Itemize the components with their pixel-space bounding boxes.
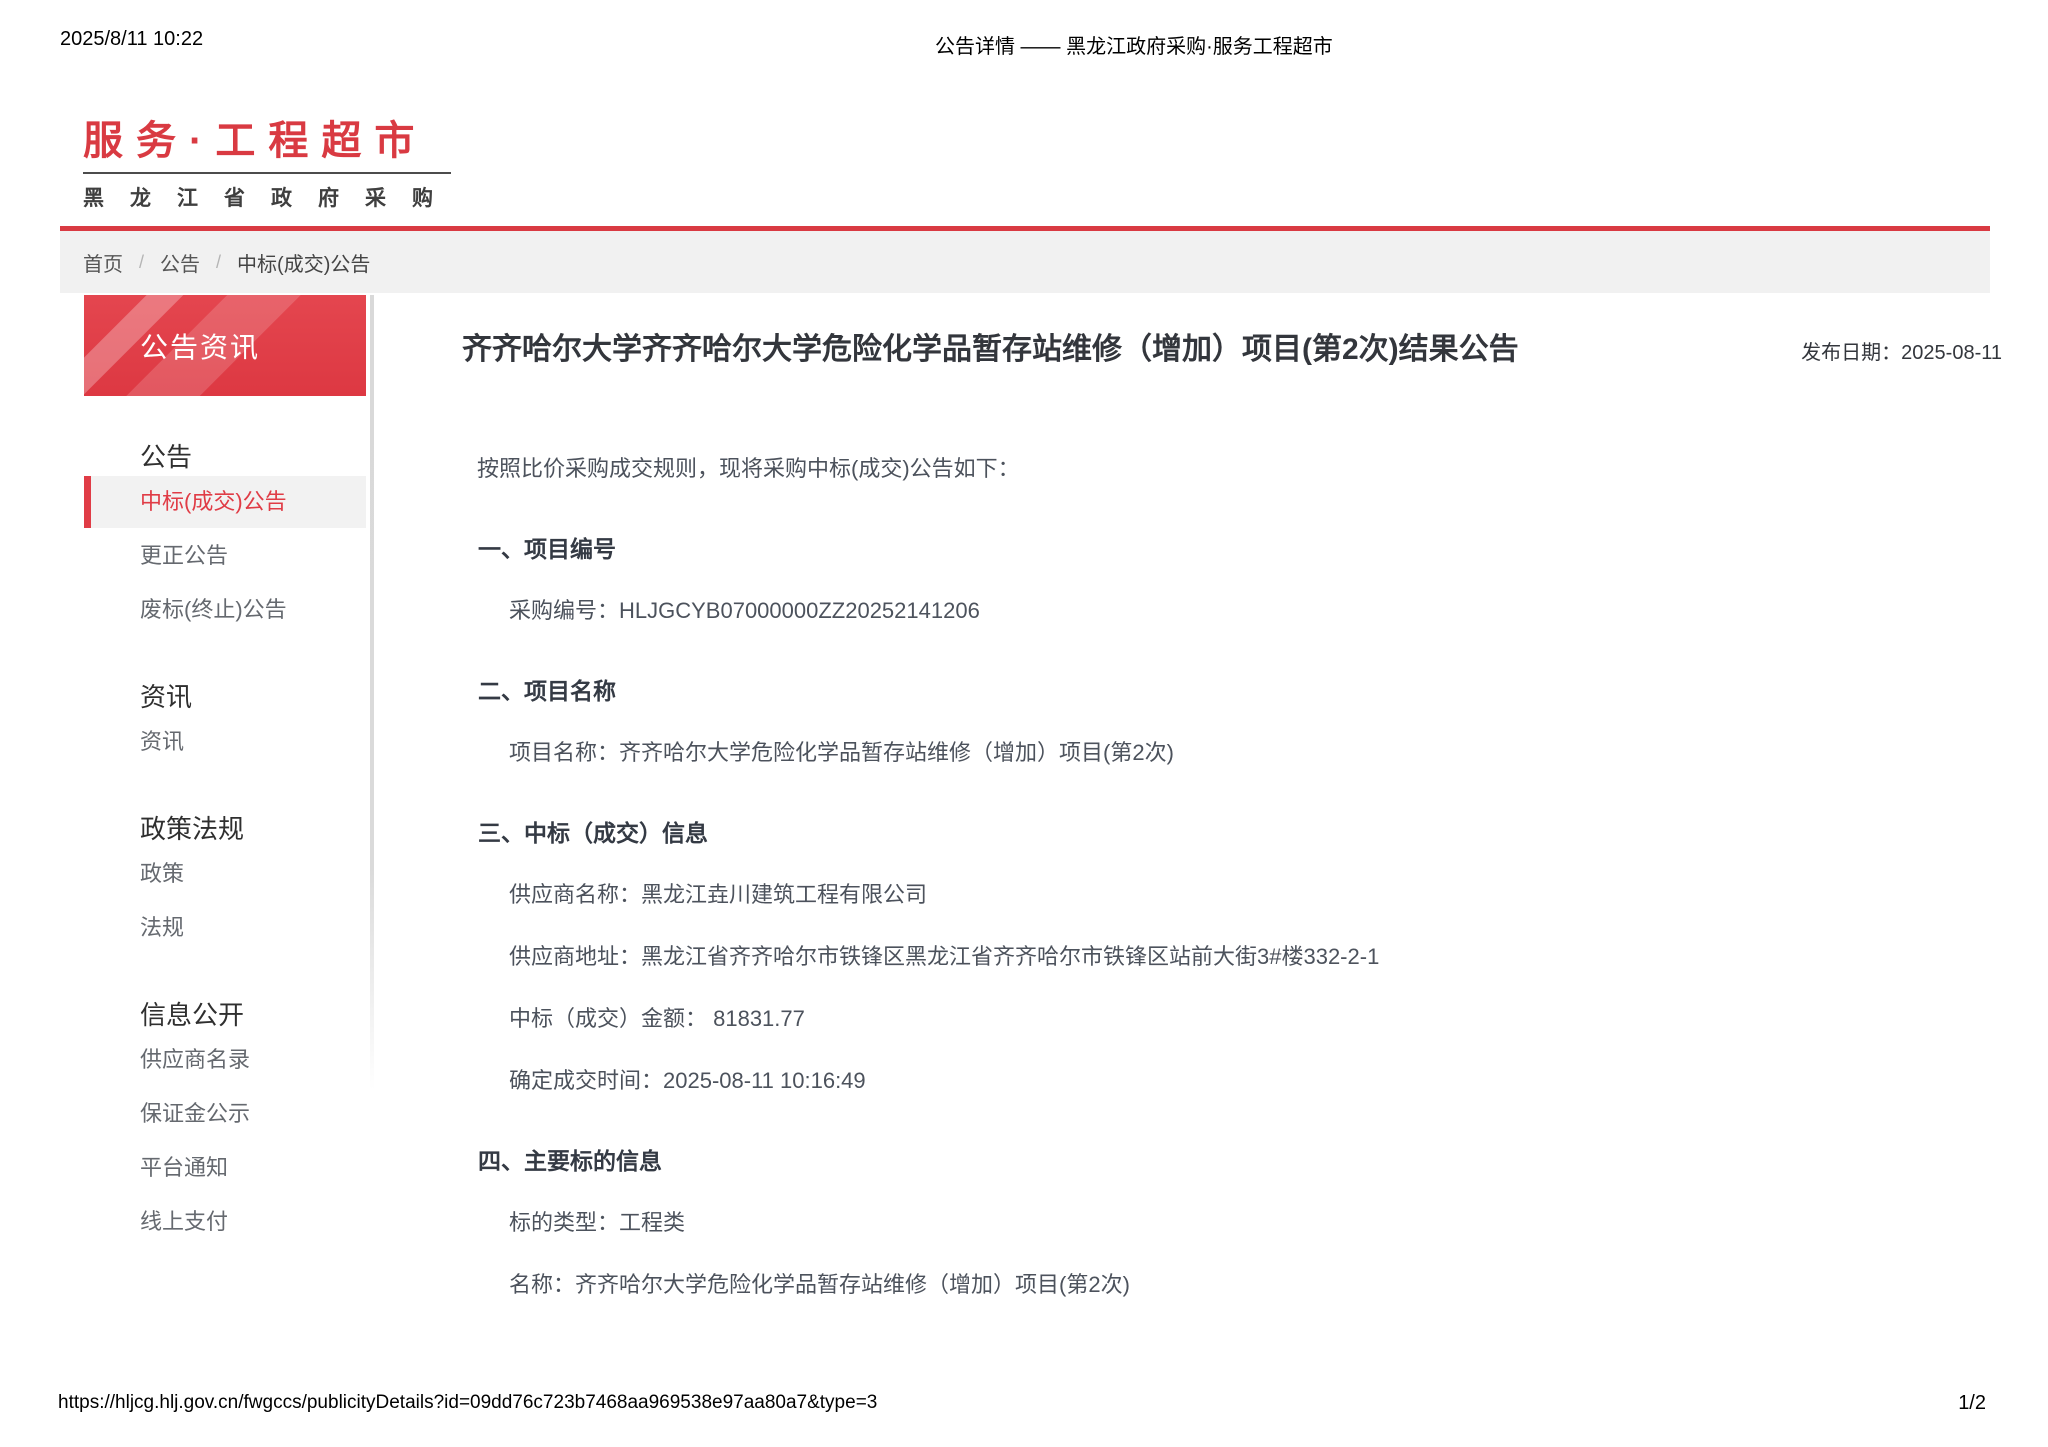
sidebar-item-online-payment[interactable]: 线上支付 [84, 1196, 366, 1248]
sidebar-group-news: 资讯 资讯 [84, 680, 366, 768]
sidebar-heading-announcements: 公告 [140, 442, 193, 472]
sidebar-heading-disclosure: 信息公开 [140, 1000, 245, 1030]
detail-supplier-name: 供应商名称：黑龙江垚川建筑工程有限公司 [509, 882, 928, 907]
sidebar-item-correction-announcements[interactable]: 更正公告 [84, 530, 366, 582]
section-heading-project-number: 一、项目编号 [478, 536, 616, 562]
breadcrumb-announcements-link[interactable]: 公告 [160, 248, 200, 277]
print-page-number: 1/2 [1958, 1392, 1986, 1414]
sidebar-banner: 公告资讯 [84, 295, 366, 396]
article-title-row: 齐齐哈尔大学齐齐哈尔大学危险化学品暂存站维修（增加）项目(第2次)结果公告 发布… [462, 330, 2002, 370]
detail-award-amount: 中标（成交）金额： 81831.77 [509, 1006, 805, 1031]
breadcrumb-home-link[interactable]: 首页 [83, 248, 123, 277]
site-logo[interactable]: 服务·工程超市 黑龙江省政府采购 [83, 108, 451, 212]
detail-procurement-number: 采购编号：HLJGCYB07000000ZZ20252141206 [509, 598, 980, 623]
section-heading-subject-info: 四、主要标的信息 [478, 1148, 662, 1174]
site-logo-sub: 黑龙江省政府采购 [83, 187, 459, 210]
sidebar-heading-policies: 政策法规 [140, 814, 245, 844]
article-title: 齐齐哈尔大学齐齐哈尔大学危险化学品暂存站维修（增加）项目(第2次)结果公告 [462, 333, 1519, 366]
section-heading-project-name: 二、项目名称 [478, 678, 616, 704]
sidebar-heading-news: 资讯 [140, 682, 193, 712]
sidebar-item-regulations[interactable]: 法规 [84, 902, 366, 954]
detail-project-name: 项目名称：齐齐哈尔大学危险化学品暂存站维修（增加）项目(第2次) [509, 740, 1174, 765]
sidebar: 公告资讯 公告 中标(成交)公告 更正公告 废标(终止)公告 资讯 资讯 政策法… [84, 295, 366, 1248]
breadcrumb-current: 中标(成交)公告 [237, 253, 371, 276]
sidebar-item-cancellation-announcements[interactable]: 废标(终止)公告 [84, 584, 366, 636]
print-url: https://hljcg.hlj.gov.cn/fwgccs/publicit… [58, 1392, 878, 1413]
logo-divider [83, 172, 451, 174]
breadcrumb-separator: / [216, 251, 222, 272]
section-heading-award-info: 三、中标（成交）信息 [478, 820, 708, 846]
site-logo-main: 服务·工程超市 [83, 119, 428, 163]
sidebar-item-policy[interactable]: 政策 [84, 848, 366, 900]
announcement-detail: 齐齐哈尔大学齐齐哈尔大学危险化学品暂存站维修（增加）项目(第2次)结果公告 发布… [462, 330, 2002, 1300]
sidebar-group-announcements: 公告 中标(成交)公告 更正公告 废标(终止)公告 [84, 440, 366, 636]
detail-subject-name: 名称：齐齐哈尔大学危险化学品暂存站维修（增加）项目(第2次) [509, 1272, 1130, 1297]
sidebar-item-deposit-publicity[interactable]: 保证金公示 [84, 1088, 366, 1140]
publish-date: 发布日期：2025-08-11 [1801, 342, 2002, 364]
breadcrumb: 首页 / 公告 / 中标(成交)公告 [60, 231, 1990, 293]
breadcrumb-separator: / [139, 251, 145, 272]
sidebar-group-policies: 政策法规 政策 法规 [84, 812, 366, 954]
sidebar-banner-label: 公告资讯 [140, 331, 261, 363]
sidebar-item-news[interactable]: 资讯 [84, 716, 366, 768]
detail-supplier-address: 供应商地址：黑龙江省齐齐哈尔市铁锋区黑龙江省齐齐哈尔市铁锋区站前大街3#楼332… [509, 944, 1380, 969]
detail-subject-type: 标的类型：工程类 [509, 1210, 686, 1235]
sidebar-item-platform-notice[interactable]: 平台通知 [84, 1142, 366, 1194]
detail-award-time: 确定成交时间：2025-08-11 10:16:49 [509, 1068, 866, 1093]
article-intro: 按照比价采购成交规则，现将采购中标(成交)公告如下： [477, 456, 1020, 481]
sidebar-divider [370, 295, 374, 1090]
print-datetime: 2025/8/11 10:22 [60, 28, 204, 50]
sidebar-item-award-announcements[interactable]: 中标(成交)公告 [84, 476, 366, 528]
sidebar-item-supplier-directory[interactable]: 供应商名录 [84, 1034, 366, 1086]
print-doc-title: 公告详情 —— 黑龙江政府采购·服务工程超市 [935, 36, 1333, 58]
sidebar-group-disclosure: 信息公开 供应商名录 保证金公示 平台通知 线上支付 [84, 998, 366, 1248]
